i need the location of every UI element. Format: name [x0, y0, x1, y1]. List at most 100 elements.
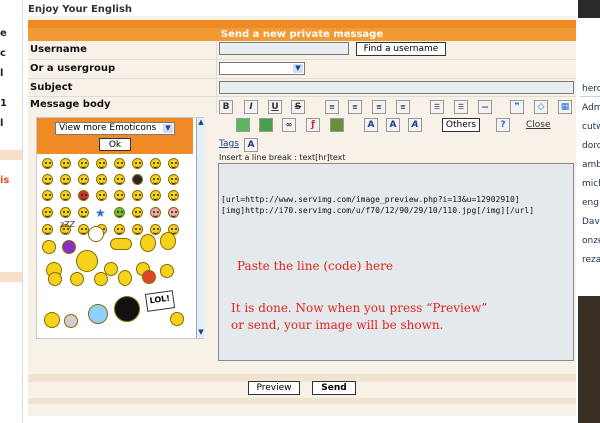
smiley-icon[interactable] [150, 224, 161, 235]
strikethrough-button[interactable]: S [291, 100, 305, 114]
right-sidebar-user[interactable]: hero [582, 84, 600, 94]
afro-icon[interactable] [114, 296, 140, 322]
right-sidebar-user[interactable]: amb [582, 160, 600, 170]
right-sidebar-user[interactable]: mich [582, 179, 600, 189]
help-icon[interactable]: ? [496, 118, 510, 132]
smiley-icon[interactable] [132, 158, 143, 169]
video-icon[interactable] [330, 118, 344, 132]
smiley-icon[interactable] [150, 174, 161, 185]
smiley-icon[interactable] [94, 272, 108, 286]
emoticon-scrollbar[interactable]: ▲ ▼ [196, 118, 205, 338]
align-center-icon[interactable]: ≡ [348, 100, 362, 114]
smiley-icon[interactable] [114, 174, 125, 185]
smiley-icon[interactable] [132, 224, 143, 235]
message-body-textarea[interactable]: [url=http://www.servimg.com/image_previe… [218, 163, 574, 361]
smiley-icon[interactable] [78, 207, 89, 218]
font-size-icon[interactable]: A [364, 118, 378, 132]
image-host-icon[interactable] [259, 118, 273, 132]
ghost-icon[interactable] [88, 226, 104, 242]
right-sidebar-user[interactable]: Dav [582, 217, 600, 227]
usergroup-select[interactable]: ▼ [219, 62, 305, 75]
align-left-icon[interactable]: ≡ [325, 100, 339, 114]
reindeer-icon[interactable] [160, 232, 176, 250]
link-icon[interactable]: ∞ [282, 118, 296, 132]
right-sidebar-user[interactable]: Adm [582, 103, 600, 113]
lol-sign[interactable]: LOL! [144, 290, 176, 312]
subject-input[interactable] [219, 81, 574, 94]
find-username-button[interactable]: Find a username [356, 42, 446, 56]
smiley-icon[interactable] [48, 272, 62, 286]
right-sidebar-user[interactable]: doro [582, 141, 600, 151]
chevron-down-icon[interactable]: ▼ [293, 64, 303, 73]
smiley-icon[interactable] [60, 174, 71, 185]
elephant-icon[interactable] [64, 314, 78, 328]
smiley-icon[interactable] [132, 190, 143, 201]
smiley-icon[interactable] [42, 174, 53, 185]
smiley-icon[interactable] [78, 174, 89, 185]
justify-icon[interactable]: ≡ [396, 100, 410, 114]
emoticon-select[interactable]: View more Emoticons ▼ [55, 122, 175, 135]
smiley-icon[interactable] [114, 224, 125, 235]
smiley-icon[interactable] [42, 207, 53, 218]
italic-button[interactable]: I [244, 100, 258, 114]
chevron-down-icon[interactable]: ▼ [197, 328, 205, 337]
username-input[interactable] [219, 42, 349, 55]
smiley-icon[interactable] [62, 240, 76, 254]
flower-icon[interactable] [88, 304, 108, 324]
smiley-icon[interactable] [42, 158, 53, 169]
smiley-icon[interactable] [78, 190, 89, 201]
close-link[interactable]: Close [526, 120, 551, 130]
align-right-icon[interactable]: ≡ [372, 100, 386, 114]
image-icon[interactable] [236, 118, 250, 132]
font-face-icon[interactable]: A [386, 118, 400, 132]
right-sidebar-user[interactable]: eng [582, 198, 599, 208]
emoticon-ok-button[interactable]: Ok [99, 138, 131, 151]
numbered-list-icon[interactable]: ☰ [454, 100, 468, 114]
smiley-icon[interactable] [60, 158, 71, 169]
smiley-icon[interactable] [168, 174, 179, 185]
smiley-icon[interactable] [160, 264, 174, 278]
preview-button[interactable]: Preview [248, 381, 300, 395]
smiley-icon[interactable] [42, 240, 56, 254]
font-color-icon[interactable]: A [408, 118, 422, 132]
send-button[interactable]: Send [312, 381, 356, 395]
smiley-icon[interactable] [114, 190, 125, 201]
smiley-icon[interactable] [132, 174, 143, 185]
smiley-icon[interactable] [150, 158, 161, 169]
smiley-icon[interactable] [140, 234, 156, 252]
reading-icon[interactable] [44, 312, 60, 328]
left-sidebar-link[interactable]: is [0, 175, 9, 186]
bold-button[interactable]: B [219, 100, 233, 114]
santa-icon[interactable] [142, 270, 156, 284]
code-icon[interactable]: ◇ [534, 100, 548, 114]
tags-link[interactable]: Tags [219, 139, 239, 149]
chevron-down-icon[interactable]: ▼ [163, 124, 173, 133]
others-button[interactable]: Others [442, 118, 480, 132]
smiley-icon[interactable] [96, 174, 107, 185]
quote-icon[interactable]: ❞ [510, 100, 524, 114]
jester-icon[interactable] [118, 270, 132, 286]
smiley-icon[interactable] [168, 190, 179, 201]
pig-icon[interactable] [168, 207, 179, 218]
sun-icon[interactable] [76, 250, 98, 272]
smiley-icon[interactable] [70, 272, 84, 286]
underline-button[interactable]: U [268, 100, 282, 114]
smiley-icon[interactable] [96, 158, 107, 169]
smiley-icon[interactable] [170, 312, 184, 326]
horizontal-rule-icon[interactable]: — [478, 100, 492, 114]
pig-icon[interactable] [150, 207, 161, 218]
flash-icon[interactable]: ƒ [306, 118, 320, 132]
smiley-icon[interactable] [168, 158, 179, 169]
star-icon[interactable]: ★ [95, 206, 106, 220]
bullet-list-icon[interactable]: ☰ [430, 100, 444, 114]
smiley-icon[interactable] [132, 207, 143, 218]
smiley-icon[interactable] [78, 158, 89, 169]
chevron-up-icon[interactable]: ▲ [197, 118, 205, 127]
smiley-icon[interactable] [60, 207, 71, 218]
smiley-icon[interactable] [114, 207, 125, 218]
smiley-icon[interactable] [42, 190, 53, 201]
smiley-icon[interactable] [96, 190, 107, 201]
smiley-icon[interactable] [110, 238, 132, 250]
smiley-icon[interactable] [42, 224, 53, 235]
smiley-icon[interactable] [150, 190, 161, 201]
